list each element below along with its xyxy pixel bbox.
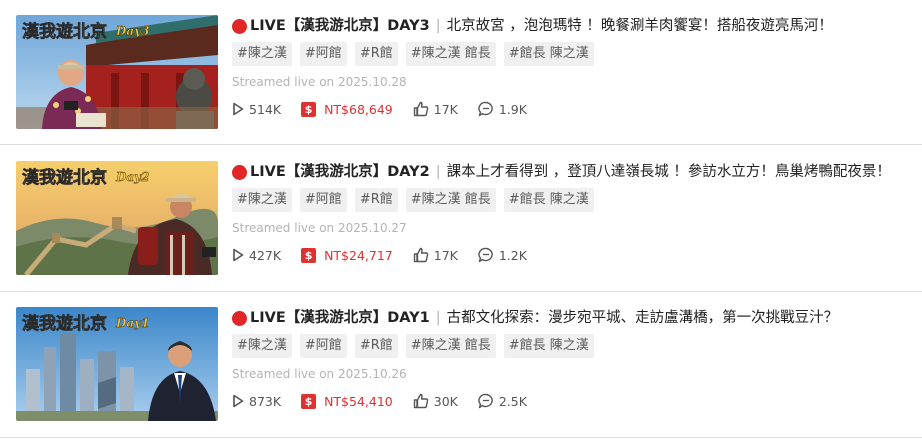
video-item[interactable]: 漢我遊北京 Day1 LIVE【漢我游北京】DAY1 | 古都文化探索：漫步宛平… bbox=[0, 307, 922, 447]
thumbnail-image: 漢我遊北京 Day3 bbox=[16, 15, 218, 129]
likes-count: 17K bbox=[433, 101, 458, 117]
video-item[interactable]: 漢我遊北京 Day2 LIVE【漢我游北京】DAY2 | 課本上才看得到 ，登頂… bbox=[0, 161, 922, 301]
hashtag[interactable]: #陳之漢 館長 bbox=[405, 334, 496, 358]
dollar-box-icon: $ bbox=[301, 247, 317, 263]
video-info: LIVE【漢我游北京】DAY3 | 北京故宮 ，泡泡瑪特 ！晚餐涮羊肉饗宴！搭船… bbox=[232, 15, 912, 119]
likes-count: 30K bbox=[433, 393, 458, 409]
video-title[interactable]: LIVE【漢我游北京】DAY3 | 北京故宮 ，泡泡瑪特 ！晚餐涮羊肉饗宴！搭船… bbox=[232, 15, 912, 37]
views-count: 427K bbox=[249, 247, 282, 263]
hashtag[interactable]: #館長 陳之漢 bbox=[503, 42, 594, 66]
video-stats: 427K $ NT$24,717 17K 1.2K bbox=[232, 245, 912, 265]
video-title-desc: 北京故宮 ，泡泡瑪特 ！晚餐涮羊肉饗宴！搭船夜遊亮馬河！ bbox=[446, 18, 833, 34]
title-separator: | bbox=[435, 310, 441, 326]
thumbnail-title-text: 漢我遊北京 bbox=[22, 313, 107, 334]
speech-bubble-icon bbox=[478, 101, 493, 117]
hashtag[interactable]: #陳之漢 bbox=[232, 42, 292, 66]
live-icon bbox=[232, 310, 247, 326]
thumbnail-day-text: Day3 bbox=[115, 24, 150, 38]
thumbnail-image: 漢我遊北京 Day1 bbox=[16, 307, 218, 421]
speech-bubble-icon bbox=[478, 393, 493, 409]
video-info: LIVE【漢我游北京】DAY1 | 古都文化探索：漫步宛平城、走訪盧溝橋，第一次… bbox=[232, 307, 912, 411]
likes-stat[interactable]: 17K bbox=[413, 101, 458, 117]
views-stat: 514K bbox=[232, 102, 281, 117]
thumbnail-day-text: Day1 bbox=[115, 316, 150, 330]
comments-stat[interactable]: 2.5K bbox=[478, 393, 527, 409]
dollar-box-icon: $ bbox=[301, 101, 317, 117]
hashtag[interactable]: #陳之漢 bbox=[232, 334, 292, 358]
video-feed: 漢我遊北京 Day3 LIVE【漢我游北京】DAY3 | 北京故宮 ，泡泡瑪特 … bbox=[0, 0, 922, 447]
hashtag[interactable]: #館長 陳之漢 bbox=[503, 334, 594, 358]
hashtag[interactable]: #館長 陳之漢 bbox=[503, 188, 594, 212]
video-thumbnail[interactable]: 漢我遊北京 Day1 bbox=[16, 307, 218, 421]
thumbnail-title-text: 漢我遊北京 bbox=[22, 167, 107, 188]
donations-amount: NT$24,717 bbox=[324, 247, 393, 263]
hashtag[interactable]: #阿館 bbox=[299, 188, 347, 212]
item-divider bbox=[0, 291, 922, 292]
video-title[interactable]: LIVE【漢我游北京】DAY2 | 課本上才看得到 ，登頂八達嶺長城 ！參訪水立… bbox=[232, 161, 912, 183]
hashtag[interactable]: #陳之漢 館長 bbox=[405, 42, 496, 66]
hashtag[interactable]: #R館 bbox=[354, 42, 398, 66]
donations-stat: $ NT$68,649 bbox=[301, 101, 393, 117]
hashtag[interactable]: #阿館 bbox=[299, 42, 347, 66]
streamed-date: Streamed live on 2025.10.28 bbox=[232, 75, 407, 89]
views-stat: 427K bbox=[232, 248, 281, 263]
views-count: 873K bbox=[249, 393, 282, 409]
thumbs-up-icon bbox=[413, 247, 428, 263]
donations-amount: NT$68,649 bbox=[324, 101, 393, 117]
donations-stat: $ NT$24,717 bbox=[301, 247, 393, 263]
donations-stat: $ NT$54,410 bbox=[301, 393, 393, 409]
hashtag[interactable]: #陳之漢 館長 bbox=[405, 188, 496, 212]
video-stats: 514K $ NT$68,649 17K 1.9K bbox=[232, 99, 912, 119]
video-thumbnail[interactable]: 漢我遊北京 Day3 bbox=[16, 15, 218, 129]
comments-stat[interactable]: 1.2K bbox=[478, 247, 527, 263]
views-stat: 873K bbox=[232, 394, 281, 409]
comments-count: 1.2K bbox=[498, 247, 527, 263]
comments-count: 1.9K bbox=[498, 101, 527, 117]
video-title-desc: 課本上才看得到 ，登頂八達嶺長城 ！參訪水立方！鳥巢烤鴨配夜景！ bbox=[446, 164, 891, 180]
hashtag-list: #陳之漢 #阿館 #R館 #陳之漢 館長 #館長 陳之漢 bbox=[232, 188, 912, 212]
video-title-prefix: LIVE【漢我游北京】DAY3 bbox=[250, 18, 430, 34]
comments-count: 2.5K bbox=[498, 393, 527, 409]
video-title-prefix: LIVE【漢我游北京】DAY2 bbox=[250, 164, 430, 180]
title-separator: | bbox=[435, 164, 441, 180]
video-thumbnail[interactable]: 漢我遊北京 Day2 bbox=[16, 161, 218, 275]
views-count: 514K bbox=[249, 101, 282, 117]
speech-bubble-icon bbox=[478, 247, 493, 263]
play-triangle-icon bbox=[233, 248, 244, 262]
likes-stat[interactable]: 17K bbox=[413, 247, 458, 263]
video-title-desc: 古都文化探索：漫步宛平城、走訪盧溝橋，第一次挑戰豆汁？ bbox=[446, 310, 839, 326]
play-triangle-icon bbox=[233, 394, 244, 408]
hashtag[interactable]: #陳之漢 bbox=[232, 188, 292, 212]
thumbs-up-icon bbox=[413, 393, 428, 409]
title-separator: | bbox=[435, 18, 441, 34]
dollar-box-icon: $ bbox=[301, 393, 317, 409]
comments-stat[interactable]: 1.9K bbox=[478, 101, 527, 117]
item-divider bbox=[0, 144, 922, 145]
hashtag[interactable]: #R館 bbox=[354, 334, 398, 358]
likes-count: 17K bbox=[433, 247, 458, 263]
thumbnail-image: 漢我遊北京 Day2 bbox=[16, 161, 218, 275]
hashtag[interactable]: #R館 bbox=[354, 188, 398, 212]
thumbnail-title-text: 漢我遊北京 bbox=[22, 21, 107, 42]
hashtag[interactable]: #阿館 bbox=[299, 334, 347, 358]
live-icon bbox=[232, 164, 247, 180]
video-title[interactable]: LIVE【漢我游北京】DAY1 | 古都文化探索：漫步宛平城、走訪盧溝橋，第一次… bbox=[232, 307, 912, 329]
video-stats: 873K $ NT$54,410 30K 2.5K bbox=[232, 391, 912, 411]
streamed-date: Streamed live on 2025.10.27 bbox=[232, 221, 407, 235]
video-item[interactable]: 漢我遊北京 Day3 LIVE【漢我游北京】DAY3 | 北京故宮 ，泡泡瑪特 … bbox=[0, 15, 922, 155]
live-icon bbox=[232, 18, 247, 34]
thumbs-up-icon bbox=[413, 101, 428, 117]
likes-stat[interactable]: 30K bbox=[413, 393, 458, 409]
video-title-prefix: LIVE【漢我游北京】DAY1 bbox=[250, 310, 430, 326]
hashtag-list: #陳之漢 #阿館 #R館 #陳之漢 館長 #館長 陳之漢 bbox=[232, 334, 912, 358]
video-info: LIVE【漢我游北京】DAY2 | 課本上才看得到 ，登頂八達嶺長城 ！參訪水立… bbox=[232, 161, 912, 265]
streamed-date: Streamed live on 2025.10.26 bbox=[232, 367, 407, 381]
hashtag-list: #陳之漢 #阿館 #R館 #陳之漢 館長 #館長 陳之漢 bbox=[232, 42, 912, 66]
donations-amount: NT$54,410 bbox=[324, 393, 393, 409]
play-triangle-icon bbox=[233, 102, 244, 116]
item-divider bbox=[0, 437, 922, 438]
thumbnail-day-text: Day2 bbox=[115, 170, 150, 184]
